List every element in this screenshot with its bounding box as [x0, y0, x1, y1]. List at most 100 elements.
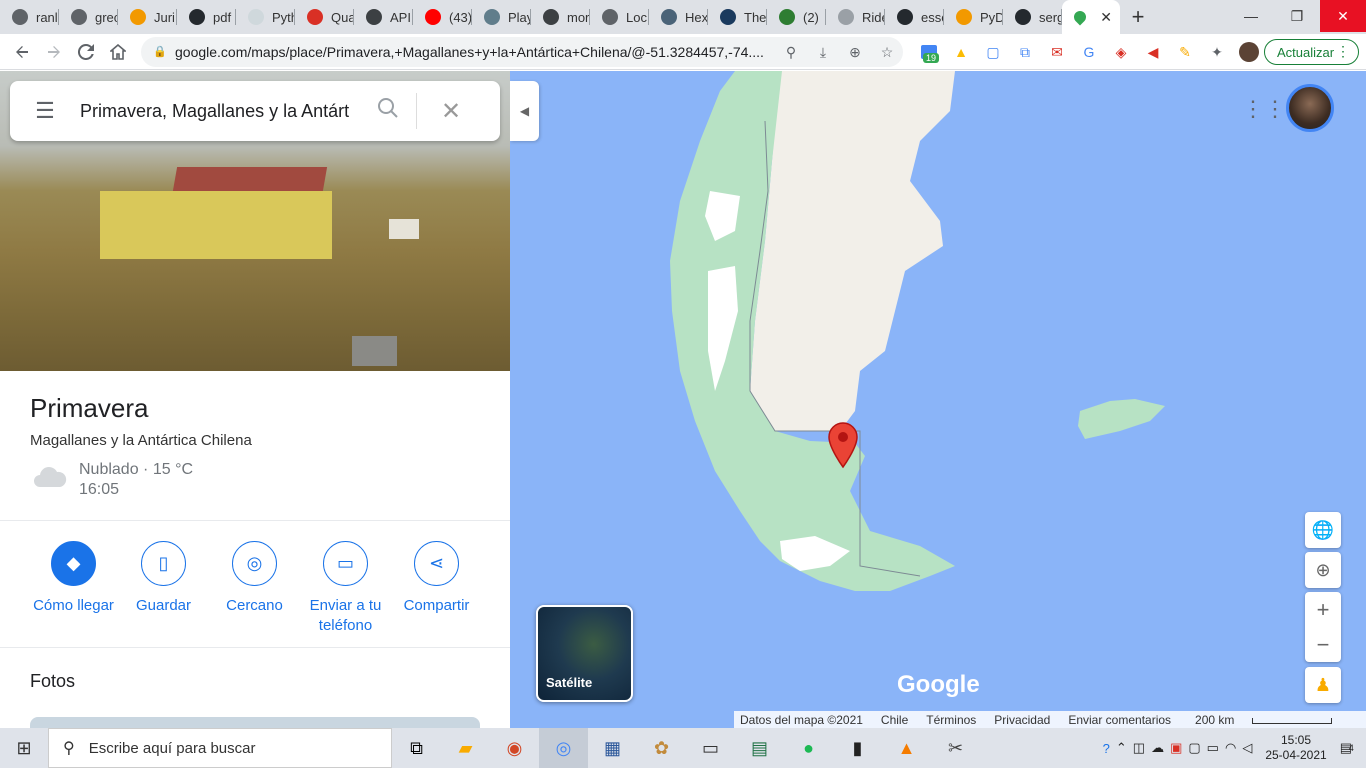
browser-tab[interactable]: Qua — [295, 0, 354, 34]
camera-icon[interactable]: ◫ — [1133, 740, 1145, 756]
screen-icon[interactable]: ▢ — [1188, 740, 1200, 756]
volume-icon[interactable]: ◁ — [1242, 740, 1252, 756]
chevron-up-icon[interactable]: ⌃ — [1116, 740, 1127, 756]
google-translate-extension-icon[interactable]: G — [1073, 44, 1105, 60]
browser-tab[interactable]: (43) — [413, 0, 472, 34]
photos-thumbnail[interactable] — [30, 717, 480, 728]
browser-tab[interactable]: Hex — [649, 0, 708, 34]
address-bar[interactable]: 🔒 google.com/maps/place/Primavera,+Magal… — [141, 37, 903, 67]
zoom-icon[interactable]: ⊕ — [839, 44, 871, 61]
browser-tab[interactable]: (2) — [767, 0, 826, 34]
directions-button[interactable]: ◆ Cómo llegar — [28, 541, 119, 616]
account-avatar[interactable] — [1286, 84, 1334, 132]
close-tab-icon[interactable]: ✕ — [1100, 9, 1112, 26]
forward-button[interactable] — [38, 36, 70, 68]
chrome-icon[interactable]: ◎ — [539, 728, 588, 768]
drive-extension-icon[interactable]: ▲ — [945, 44, 977, 60]
pegman-button[interactable]: ♟ — [1305, 667, 1341, 703]
browser-tab[interactable]: PyD — [944, 0, 1003, 34]
browser-tab[interactable]: Play — [472, 0, 531, 34]
clear-search-icon[interactable]: ✕ — [417, 97, 485, 126]
home-button[interactable] — [102, 36, 134, 68]
share-button[interactable]: ⋖ Compartir — [391, 541, 482, 616]
browser-tab[interactable]: Loc — [590, 0, 649, 34]
url-text[interactable]: google.com/maps/place/Primavera,+Magalla… — [175, 44, 775, 60]
notes-extension-icon[interactable]: ✎ — [1169, 44, 1201, 61]
close-window-button[interactable]: ✕ — [1320, 0, 1366, 32]
browser-tab[interactable]: Juri — [118, 0, 177, 34]
wifi-icon[interactable]: ◠ — [1225, 740, 1236, 756]
antivirus-icon[interactable]: ▣ — [1170, 740, 1182, 756]
terminal-icon[interactable]: ▭ — [686, 728, 735, 768]
bookmark-star-icon[interactable]: ☆ — [871, 44, 903, 61]
satellite-layer-toggle[interactable]: Satélite — [536, 605, 633, 702]
spotify-icon[interactable]: ● — [784, 728, 833, 768]
restore-button[interactable]: ❐ — [1274, 0, 1320, 32]
snipping-tool-icon[interactable]: ✂ — [931, 728, 980, 768]
browser-tab[interactable]: mor — [531, 0, 590, 34]
browser-tab[interactable]: ranl — [0, 0, 59, 34]
zoom-out-button[interactable]: − — [1305, 627, 1341, 662]
puzzle-extensions-icon[interactable]: ✦ — [1201, 44, 1233, 61]
browser-tab[interactable]: pdf — [177, 0, 236, 34]
browser-tab[interactable]: The — [708, 0, 767, 34]
tab-google-maps-active[interactable]: ✕ — [1062, 0, 1120, 34]
taskbar-search[interactable]: ⚲ Escribe aquí para buscar — [48, 728, 392, 768]
browser-tab[interactable]: Ride — [826, 0, 885, 34]
cmd-icon[interactable]: ▮ — [833, 728, 882, 768]
kebab-menu-icon[interactable]: ⋮ — [1336, 43, 1350, 60]
gmail-extension-icon[interactable]: ✉ — [1041, 44, 1073, 61]
nearby-button[interactable]: ◎ Cercano — [209, 541, 300, 616]
notification-center-icon[interactable]: ▤ 4 — [1340, 740, 1354, 756]
vlc-icon[interactable]: ▲ — [882, 728, 931, 768]
collapse-panel-button[interactable]: ◀ — [510, 81, 539, 141]
browser-tab[interactable]: serg — [1003, 0, 1062, 34]
minimize-button[interactable]: — — [1228, 0, 1274, 32]
cloud-sync-icon[interactable]: ☁ — [1151, 740, 1164, 756]
help-icon[interactable]: ? — [1103, 741, 1110, 756]
location-pin-marker[interactable] — [825, 421, 861, 469]
feedback-link[interactable]: Enviar comentarios — [1068, 713, 1171, 727]
task-view-icon[interactable]: ⧉ — [392, 728, 441, 768]
google-maps-pin-icon — [1071, 8, 1089, 26]
powerpoint-icon[interactable]: ◉ — [490, 728, 539, 768]
zoom-in-button[interactable]: + — [1305, 592, 1341, 627]
tab-label: Juri — [154, 9, 175, 25]
globe-view-button[interactable]: 🌐 — [1305, 512, 1341, 548]
update-button[interactable]: Actualizar ⋮ — [1264, 39, 1359, 65]
location-pin-icon[interactable]: ⚲ — [775, 44, 807, 61]
translate-page-extension-icon[interactable]: ⧉ — [1009, 44, 1041, 61]
new-tab-button[interactable]: + — [1120, 0, 1156, 34]
paint-icon[interactable]: ✿ — [637, 728, 686, 768]
menu-icon[interactable]: ☰ — [10, 98, 80, 124]
search-icon[interactable] — [360, 97, 416, 125]
send-to-phone-button[interactable]: ▭ Enviar a tu teléfono — [300, 541, 391, 636]
file-explorer-icon[interactable]: ▰ — [441, 728, 490, 768]
browser-tab[interactable]: Pyth — [236, 0, 295, 34]
save-button[interactable]: ▯ Guardar — [118, 541, 209, 616]
browser-tab[interactable]: grec — [59, 0, 118, 34]
map-canvas[interactable]: ◀ ⋮⋮⋮ 🌐 ⊕ + − ♟ Satélite Google Datos de… — [510, 71, 1366, 728]
country-link[interactable]: Chile — [881, 713, 908, 727]
scale-bar[interactable]: 200 km — [1189, 713, 1344, 727]
install-icon[interactable]: ⤓ — [807, 44, 839, 61]
browser-tab[interactable]: esse — [885, 0, 944, 34]
start-button[interactable]: ⊞ — [0, 728, 48, 768]
my-location-button[interactable]: ⊕ — [1305, 552, 1341, 588]
privacy-link[interactable]: Privacidad — [994, 713, 1050, 727]
profile-avatar[interactable] — [1233, 42, 1265, 62]
square-extension-icon[interactable]: ▢ — [977, 44, 1009, 61]
word-icon[interactable]: ▦ — [588, 728, 637, 768]
google-apps-icon[interactable]: ⋮⋮⋮ — [1242, 97, 1308, 121]
back-button[interactable] — [6, 36, 38, 68]
calendar-extension-icon[interactable]: 19 — [913, 45, 945, 63]
terms-link[interactable]: Términos — [926, 713, 976, 727]
browser-tab[interactable]: API — [354, 0, 413, 34]
system-clock[interactable]: 15:05 25-04-2021 — [1265, 733, 1326, 763]
announcement-extension-icon[interactable]: ◀ — [1137, 44, 1169, 61]
search-input[interactable]: Primavera, Magallanes y la Antárt — [80, 101, 360, 122]
spreadsheet-icon[interactable]: ▤ — [735, 728, 784, 768]
red-extension-icon[interactable]: ◈ — [1105, 44, 1137, 61]
reload-button[interactable] — [70, 36, 102, 68]
battery-icon[interactable]: ▭ — [1207, 740, 1219, 756]
